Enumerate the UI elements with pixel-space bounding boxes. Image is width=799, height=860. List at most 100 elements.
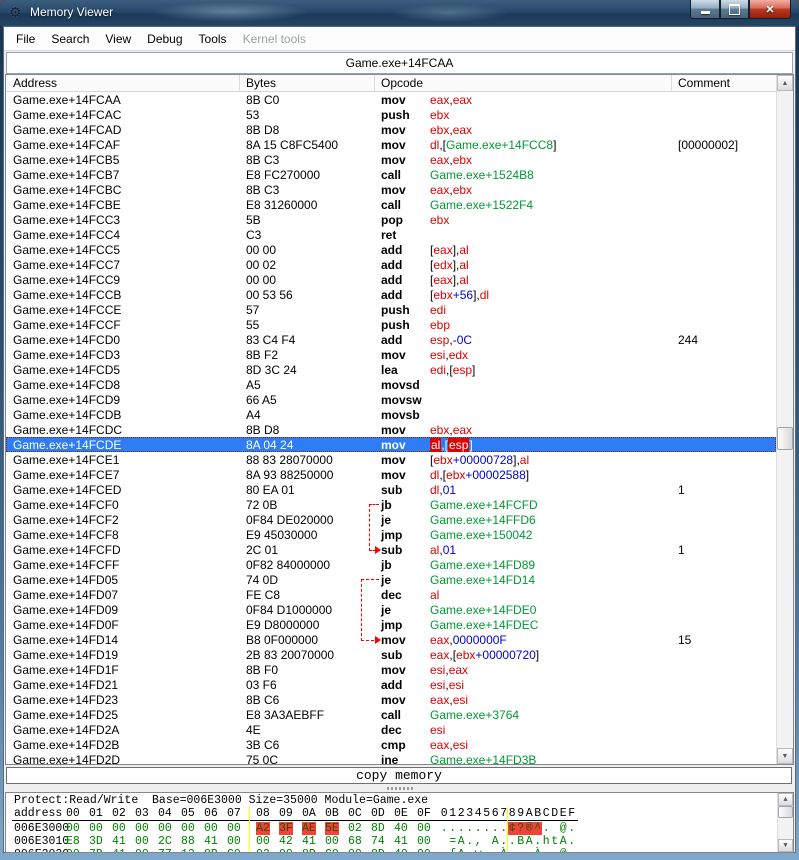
ascii-char[interactable]: .: [568, 835, 577, 848]
disasm-row[interactable]: Game.exe+14FCBC8B C3moveax,ebx: [6, 182, 776, 197]
hex-byte[interactable]: 7B: [89, 848, 103, 853]
title-bar[interactable]: ⚙ Memory Viewer ✕: [0, 0, 799, 26]
disasm-row[interactable]: Game.exe+14FCFF0F82 84000000jbGame.exe+1…: [6, 557, 776, 572]
ascii-char[interactable]: A: [559, 835, 568, 848]
disasm-row[interactable]: Game.exe+14FCED80 EA 01subdl,011: [6, 482, 776, 497]
ascii-char[interactable]: A: [457, 835, 466, 848]
scroll-down-arrow[interactable]: ▼: [778, 839, 793, 852]
disasm-row[interactable]: Game.exe+14FCCF55pushebp: [6, 317, 776, 332]
hex-byte[interactable]: 00: [227, 835, 241, 848]
ascii-char[interactable]: .: [508, 848, 517, 853]
ascii-char[interactable]: .: [483, 822, 492, 835]
disasm-row[interactable]: Game.exe+14FD0574 0DjeGame.exe+14FD14: [6, 572, 776, 587]
hex-byte[interactable]: 00: [135, 848, 149, 853]
ascii-char[interactable]: ¢: [508, 822, 517, 835]
hex-byte[interactable]: 42: [279, 835, 293, 848]
ascii-char[interactable]: À: [534, 848, 543, 853]
ascii-char[interactable]: .: [466, 835, 475, 848]
hex-byte[interactable]: A2: [256, 822, 270, 835]
disasm-row[interactable]: Game.exe+14FD2A4Edecesi: [6, 722, 776, 737]
hex-byte[interactable]: 12: [181, 848, 195, 853]
hex-byte[interactable]: 00: [256, 835, 270, 848]
disasm-row[interactable]: Game.exe+14FCDE8A 04 24moval,[esp]: [6, 437, 776, 452]
disassembly-scrollbar[interactable]: ▲ ▼: [776, 75, 793, 764]
close-button[interactable]: ✕: [749, 0, 791, 19]
hex-byte[interactable]: 8D: [371, 848, 385, 853]
ascii-char[interactable]: h: [542, 835, 551, 848]
disasm-row[interactable]: Game.exe+14FCD8A5movsd: [6, 377, 776, 392]
disasm-row[interactable]: Game.exe+14FCDBA4movsb: [6, 407, 776, 422]
disasm-row[interactable]: Game.exe+14FD1F8B F0movesi,eax: [6, 662, 776, 677]
disasm-row[interactable]: Game.exe+14FD2B3B C6cmpeax,esi: [6, 737, 776, 752]
disasm-row[interactable]: Game.exe+14FD090F84 D1000000jeGame.exe+1…: [6, 602, 776, 617]
hex-byte[interactable]: C0: [227, 848, 241, 853]
hex-byte[interactable]: 68: [348, 835, 362, 848]
ascii-char[interactable]: .: [457, 822, 466, 835]
ascii-char[interactable]: ,: [474, 835, 483, 848]
menu-debug[interactable]: Debug: [139, 29, 190, 49]
disasm-row[interactable]: Game.exe+14FCF072 0BjbGame.exe+14FCFD: [6, 497, 776, 512]
ascii-char[interactable]: .: [568, 848, 577, 853]
ascii-char[interactable]: .: [474, 822, 483, 835]
disasm-row[interactable]: Game.exe+14FCCE57pushedi: [6, 302, 776, 317]
ascii-char[interactable]: w: [474, 848, 483, 853]
disasm-row[interactable]: Game.exe+14FCC500 00add[eax],al: [6, 242, 776, 257]
hex-byte[interactable]: 77: [158, 848, 172, 853]
ascii-char[interactable]: .: [542, 848, 551, 853]
disasm-row[interactable]: Game.exe+14FCDC8B D8movebx,eax: [6, 422, 776, 437]
hex-byte[interactable]: 5E: [325, 822, 339, 835]
menu-search[interactable]: Search: [43, 29, 97, 49]
hex-byte[interactable]: 3F: [279, 822, 293, 835]
hex-byte[interactable]: 00: [348, 848, 362, 853]
hex-byte[interactable]: 74: [371, 835, 385, 848]
disasm-row[interactable]: Game.exe+14FD238B C6moveax,esi: [6, 692, 776, 707]
ascii-char[interactable]: .: [534, 835, 543, 848]
hex-byte[interactable]: 3D: [89, 835, 103, 848]
ascii-char[interactable]: .: [466, 822, 475, 835]
ascii-char[interactable]: {: [449, 848, 458, 853]
minimize-button[interactable]: [690, 0, 720, 19]
disasm-row[interactable]: Game.exe+14FCD966 A5movsw: [6, 392, 776, 407]
disasm-row[interactable]: Game.exe+14FCF20F84 DE020000jeGame.exe+1…: [6, 512, 776, 527]
copy-memory-button[interactable]: copy memory: [6, 767, 792, 784]
disasm-row[interactable]: Game.exe+14FCE78A 93 88250000movdl,[ebx+…: [6, 467, 776, 482]
menu-view[interactable]: View: [97, 29, 139, 49]
disasm-row[interactable]: Game.exe+14FD2D75 0CjneGame.exe+14FD3B: [6, 752, 776, 764]
ascii-char[interactable]: ®: [525, 822, 534, 835]
hex-byte[interactable]: 40: [394, 822, 408, 835]
disasm-row[interactable]: Game.exe+14FCD58D 3C 24leaedi,[esp]: [6, 362, 776, 377]
hex-byte[interactable]: 8B: [204, 848, 218, 853]
hex-byte[interactable]: 00: [181, 822, 195, 835]
hex-byte[interactable]: 00: [417, 848, 431, 853]
hex-byte[interactable]: 41: [394, 835, 408, 848]
hex-byte[interactable]: 00: [112, 822, 126, 835]
disasm-row[interactable]: Game.exe+14FCAF8A 15 C8FC5400movdl,[Game…: [6, 137, 776, 152]
hex-byte[interactable]: 00: [135, 822, 149, 835]
ascii-char[interactable]: .: [568, 822, 577, 835]
hex-byte[interactable]: 00: [227, 822, 241, 835]
column-divider[interactable]: [671, 75, 672, 91]
ascii-char[interactable]: .: [449, 822, 458, 835]
scroll-up-arrow[interactable]: ▲: [777, 75, 793, 91]
hex-byte[interactable]: 00: [325, 835, 339, 848]
ascii-char[interactable]: .: [466, 848, 475, 853]
disasm-row[interactable]: Game.exe+14FD2103 F6addesi,esi: [6, 677, 776, 692]
hexview-scrollbar[interactable]: ▲ ▼: [777, 793, 793, 852]
scrollbar-thumb[interactable]: [778, 806, 793, 818]
disasm-row[interactable]: Game.exe+14FCC35Bpopebx: [6, 212, 776, 227]
hex-byte[interactable]: 00: [135, 835, 149, 848]
hex-byte[interactable]: 02: [256, 848, 270, 853]
hex-byte[interactable]: 41: [112, 848, 126, 853]
current-address-panel[interactable]: Game.exe+14FCAA: [6, 52, 793, 74]
disasm-row[interactable]: Game.exe+14FCE188 83 28070000mov[ebx+000…: [6, 452, 776, 467]
maximize-button[interactable]: [720, 0, 749, 19]
hex-byte[interactable]: 00: [158, 822, 172, 835]
ascii-char[interactable]: ^: [534, 822, 543, 835]
ascii-char[interactable]: .: [542, 822, 551, 835]
disasm-row[interactable]: Game.exe+14FCFD2C 01subal,011: [6, 542, 776, 557]
disasm-row[interactable]: Game.exe+14FCD083 C4 F4addesp,-0C244: [6, 332, 776, 347]
disasm-row[interactable]: Game.exe+14FCD38B F2movesi,edx: [6, 347, 776, 362]
disasm-row[interactable]: Game.exe+14FCC4C3ret: [6, 227, 776, 242]
disasm-row[interactable]: Game.exe+14FCAD8B D8movebx,eax: [6, 122, 776, 137]
hex-byte[interactable]: 00: [66, 822, 80, 835]
